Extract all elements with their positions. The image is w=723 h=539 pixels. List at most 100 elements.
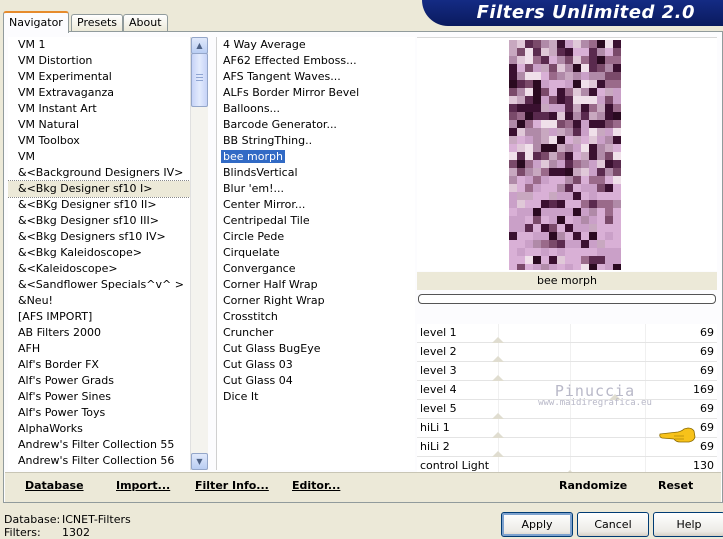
slider-tick xyxy=(570,343,571,361)
preview-tile xyxy=(517,208,525,216)
category-list[interactable]: VM 1 VM Distortion VM Experimental VM Extra… xyxy=(8,37,192,470)
category-item[interactable]: &Neu! xyxy=(8,293,192,309)
filter-item[interactable]: Convergance xyxy=(217,261,415,277)
preview-tile xyxy=(573,128,581,136)
preview-tile xyxy=(597,80,605,88)
category-item[interactable]: VM Distortion xyxy=(8,53,192,69)
scroll-down-button[interactable]: ▼ xyxy=(191,453,208,470)
preview-tile xyxy=(597,160,605,168)
category-item[interactable]: AFH xyxy=(8,341,192,357)
preview-tile xyxy=(613,88,621,96)
tab-presets[interactable]: Presets xyxy=(71,14,124,31)
preview-tile xyxy=(605,136,613,144)
slider-row[interactable]: level 3 69 xyxy=(417,362,717,381)
category-item[interactable]: Alf's Power Sines xyxy=(8,389,192,405)
filter-item[interactable]: Dice It xyxy=(217,389,415,405)
filter-item[interactable]: ALFs Border Mirror Bevel xyxy=(217,85,415,101)
slider-row[interactable]: level 5 69 xyxy=(417,400,717,419)
filter-item[interactable]: 4 Way Average xyxy=(217,37,415,53)
filter-info-button[interactable]: Filter Info... xyxy=(195,479,269,492)
filter-item[interactable]: Centripedal Tile xyxy=(217,213,415,229)
preview-tile xyxy=(541,56,549,64)
help-button[interactable]: Help xyxy=(653,512,723,537)
filter-item[interactable]: Circle Pede xyxy=(217,229,415,245)
category-item[interactable]: &<Sandflower Specials^v^ > xyxy=(8,277,192,293)
preview-tile xyxy=(573,88,581,96)
preview-tile xyxy=(509,216,517,224)
filter-item[interactable]: AFS Tangent Waves... xyxy=(217,69,415,85)
scroll-up-button[interactable]: ▲ xyxy=(191,37,208,54)
preview-tile xyxy=(565,120,573,128)
category-item[interactable]: Alf's Border FX xyxy=(8,357,192,373)
category-item[interactable]: VM 1 xyxy=(8,37,192,53)
filter-item[interactable]: Cut Glass 03 xyxy=(217,357,415,373)
category-item[interactable]: &<Bkg Designers sf10 IV> xyxy=(8,229,192,245)
filter-item[interactable]: bee morph xyxy=(217,149,415,165)
filter-item[interactable]: Cirquelate xyxy=(217,245,415,261)
category-item[interactable]: AB Filters 2000 xyxy=(8,325,192,341)
category-item[interactable]: VM Instant Art xyxy=(8,101,192,117)
category-item[interactable]: &<Bkg Designer sf10 III> xyxy=(8,213,192,229)
preview-tile xyxy=(541,264,549,270)
filter-item[interactable]: Blur 'em!... xyxy=(217,181,415,197)
category-item[interactable]: Alf's Power Toys xyxy=(8,405,192,421)
category-item[interactable]: &<Kaleidoscope> xyxy=(8,261,192,277)
randomize-button[interactable]: Randomize xyxy=(559,479,627,492)
database-button[interactable]: Database xyxy=(25,479,84,492)
slider-row[interactable]: level 4 169 xyxy=(417,381,717,400)
filter-item[interactable]: Barcode Generator... xyxy=(217,117,415,133)
category-item[interactable]: [AFS IMPORT] xyxy=(8,309,192,325)
filter-item[interactable]: Cut Glass 04 xyxy=(217,373,415,389)
preview-tile xyxy=(573,216,581,224)
category-item[interactable]: Andrew's Filter Collection 55 xyxy=(8,437,192,453)
preview-tile xyxy=(509,120,517,128)
preview-tile xyxy=(605,256,613,264)
category-item[interactable]: &<Background Designers IV> xyxy=(8,165,192,181)
category-item[interactable]: &<Bkg Kaleidoscope> xyxy=(8,245,192,261)
category-item[interactable]: VM Toolbox xyxy=(8,133,192,149)
category-scrollbar[interactable]: ▲ ▼ xyxy=(190,37,208,470)
slider-row[interactable]: level 2 69 xyxy=(417,343,717,362)
filter-item[interactable]: Crosstitch xyxy=(217,309,415,325)
tab-navigator[interactable]: Navigator xyxy=(3,11,69,33)
apply-button[interactable]: Apply xyxy=(501,512,573,537)
parameter-sliders: level 1 69 level 2 69 level 3 69 level 4 169 lev… xyxy=(417,324,717,476)
category-item[interactable]: Alf's Power Grads xyxy=(8,373,192,389)
slider-row[interactable]: level 1 69 xyxy=(417,324,717,343)
category-item[interactable]: &<BKg Designer sf10 II> xyxy=(8,197,192,213)
category-item[interactable]: VM xyxy=(8,149,192,165)
preview-tile xyxy=(613,256,621,264)
filter-item[interactable]: AF62 Effected Emboss... xyxy=(217,53,415,69)
filter-item[interactable]: Cut Glass BugEye xyxy=(217,341,415,357)
cancel-button[interactable]: Cancel xyxy=(577,512,649,537)
preview-tile xyxy=(549,176,557,184)
scroll-thumb[interactable] xyxy=(191,53,208,107)
category-item[interactable]: VM Extravaganza xyxy=(8,85,192,101)
database-label: Database: xyxy=(4,513,61,526)
category-item[interactable]: &<Bkg Designer sf10 I> xyxy=(8,180,192,198)
editor-button[interactable]: Editor... xyxy=(292,479,340,492)
category-item[interactable]: VM Natural xyxy=(8,117,192,133)
filter-item[interactable]: BB StringThing.. xyxy=(217,133,415,149)
slider-tick xyxy=(645,362,646,380)
filter-item[interactable]: Corner Half Wrap xyxy=(217,277,415,293)
import-button[interactable]: Import... xyxy=(116,479,170,492)
filter-item[interactable]: Balloons... xyxy=(217,101,415,117)
slider-tick xyxy=(645,343,646,361)
preview-tile xyxy=(613,48,621,56)
tab-about[interactable]: About xyxy=(123,14,168,31)
preview-image xyxy=(509,40,621,270)
filter-item[interactable]: Corner Right Wrap xyxy=(217,293,415,309)
category-item[interactable]: VM Experimental xyxy=(8,69,192,85)
filter-item[interactable]: Cruncher xyxy=(217,325,415,341)
preview-tile xyxy=(557,64,565,72)
slider-tick xyxy=(645,438,646,456)
category-item[interactable]: Andrew's Filter Collection 56 xyxy=(8,453,192,469)
filter-item[interactable]: BlindsVertical xyxy=(217,165,415,181)
filter-list[interactable]: 4 Way Average AF62 Effected Emboss... AFS … xyxy=(216,37,415,470)
filter-item[interactable]: Center Mirror... xyxy=(217,197,415,213)
category-item[interactable]: AlphaWorks xyxy=(8,421,192,437)
slider-tick xyxy=(645,419,646,437)
reset-button[interactable]: Reset xyxy=(658,479,693,492)
preview-tile xyxy=(525,88,533,96)
